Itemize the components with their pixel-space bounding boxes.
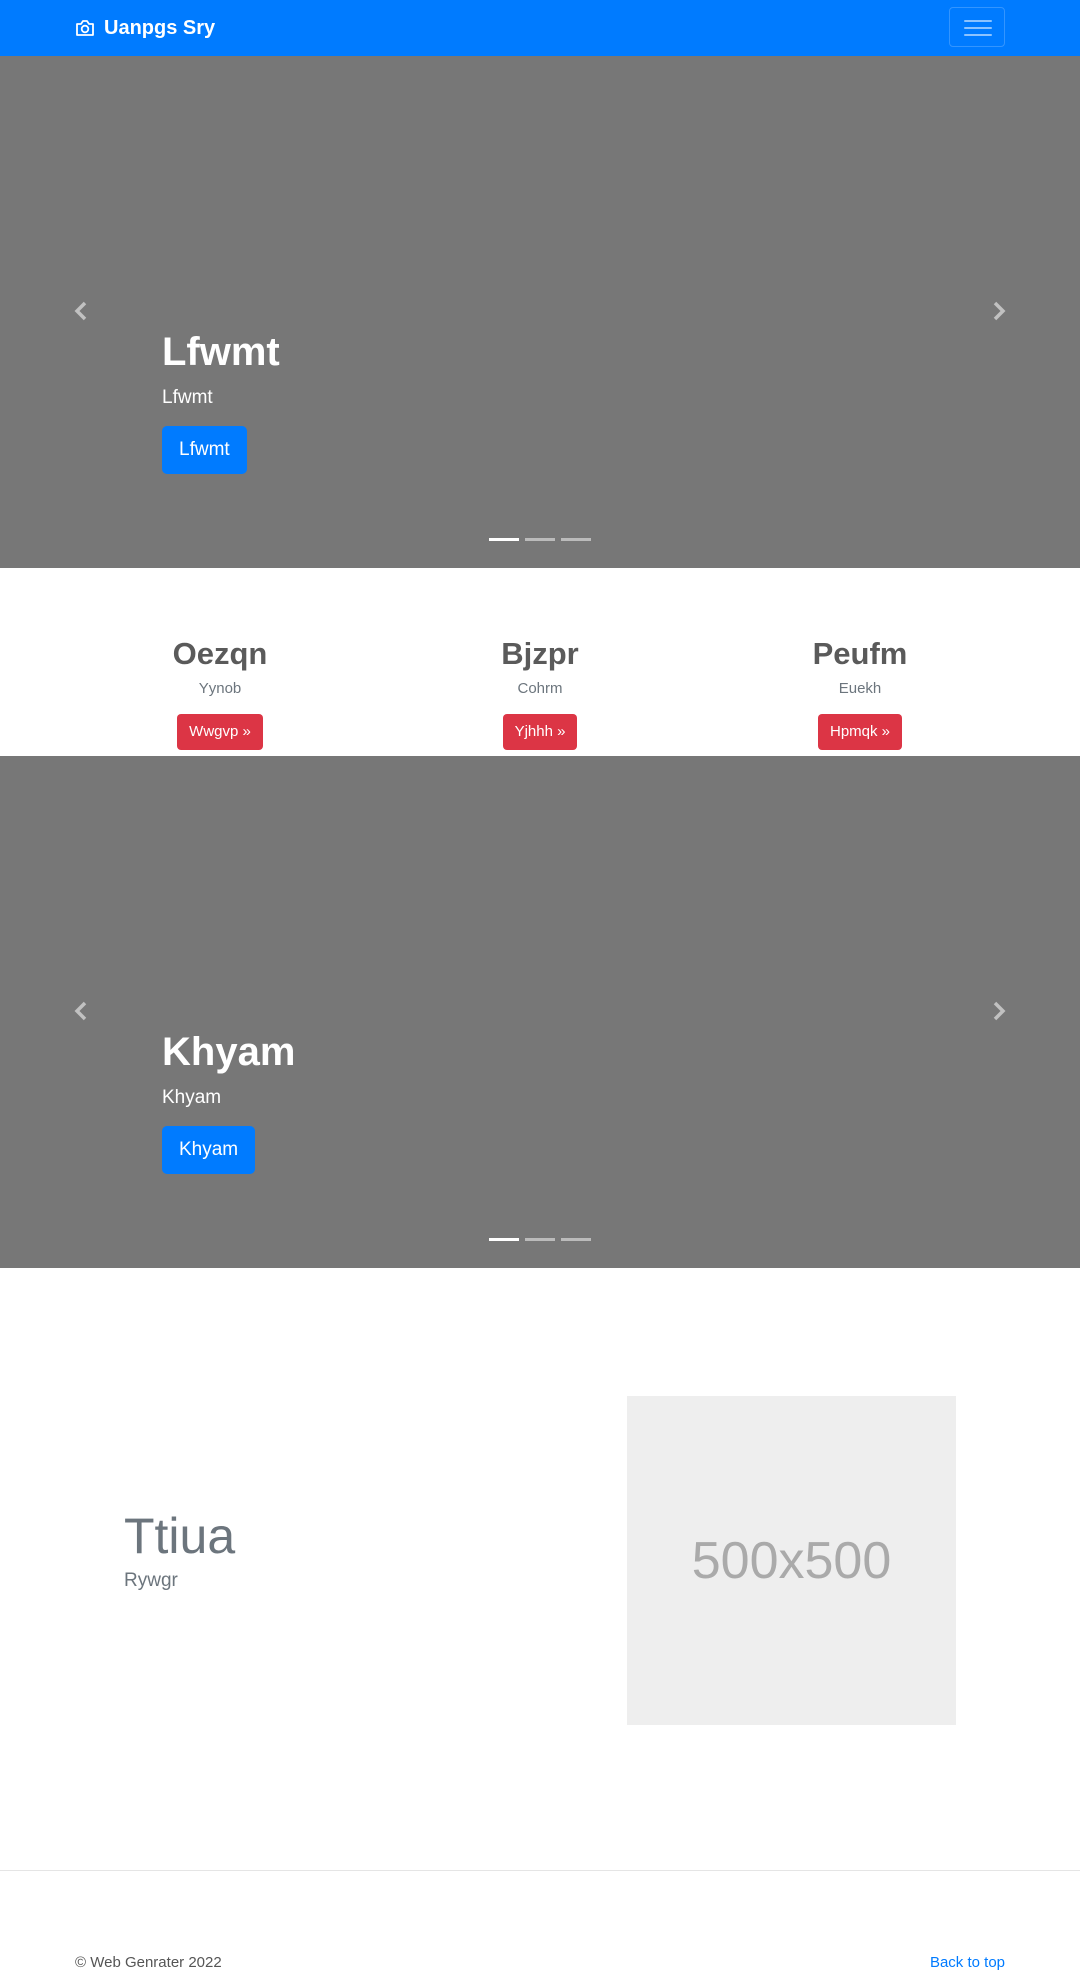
hamburger-menu-icon xyxy=(964,34,992,36)
second-carousel: Khyam Khyam Khyam xyxy=(0,756,1080,1268)
carousel-indicators xyxy=(489,538,591,541)
hamburger-menu-icon xyxy=(964,27,992,29)
chevron-left-icon xyxy=(74,301,87,321)
carousel-indicator-2[interactable] xyxy=(525,1238,555,1241)
carousel-caption: Khyam Khyam Khyam xyxy=(162,1028,295,1174)
chevron-right-icon xyxy=(993,1001,1006,1021)
carousel-heading: Lfwmt xyxy=(162,330,280,374)
carousel-text: Lfwmt xyxy=(162,387,213,408)
carousel-cta-button[interactable]: Lfwmt xyxy=(162,426,247,474)
marketing-columns: Oezqn Yynob Wwgvp » Bjzpr Cohrm Yjhhh » … xyxy=(0,568,1080,756)
brand-name: Uanpgs Sry xyxy=(104,16,216,39)
column-heading: Peufm xyxy=(812,636,908,671)
placeholder-label: 500x500 xyxy=(691,1531,892,1590)
column-item: Oezqn Yynob Wwgvp » xyxy=(70,636,370,750)
featurette: Ttiua Rywgr 500x500 xyxy=(0,1268,1080,1870)
carousel-indicator-1[interactable] xyxy=(489,1238,519,1241)
carousel-prev-button[interactable] xyxy=(66,996,96,1026)
carousel-indicator-3[interactable] xyxy=(561,1238,591,1241)
carousel-text: Khyam xyxy=(162,1087,222,1108)
chevron-right-icon xyxy=(993,301,1006,321)
carousel-indicator-1[interactable] xyxy=(489,538,519,541)
column-text: Yynob xyxy=(198,680,242,697)
carousel-cta-button[interactable]: Khyam xyxy=(162,1126,256,1174)
back-to-top-link[interactable]: Back to top xyxy=(930,1954,1005,1972)
navbar-toggler-button[interactable] xyxy=(949,7,1005,47)
featurette-heading: Ttiua xyxy=(124,1508,236,1564)
carousel-indicator-2[interactable] xyxy=(525,538,555,541)
carousel-prev-button[interactable] xyxy=(66,296,96,326)
camera-icon xyxy=(76,20,94,36)
column-button[interactable]: Yjhhh » xyxy=(502,714,578,750)
column-item: Bjzpr Cohrm Yjhhh » xyxy=(390,636,690,750)
featurette-subheading: Rywgr xyxy=(124,1570,178,1591)
featurette-image-placeholder: 500x500 xyxy=(627,1396,956,1725)
column-button[interactable]: Wwgvp » xyxy=(177,714,263,750)
footer-divider xyxy=(0,1870,1080,1871)
hamburger-menu-icon xyxy=(964,20,992,22)
carousel-indicator-3[interactable] xyxy=(561,538,591,541)
navbar-brand[interactable]: Uanpgs Sry xyxy=(75,15,215,41)
column-heading: Oezqn xyxy=(172,636,268,671)
column-button[interactable]: Hpmqk » xyxy=(817,714,903,750)
carousel-indicators xyxy=(489,1238,591,1241)
column-heading: Bjzpr xyxy=(501,636,579,671)
carousel-next-button[interactable] xyxy=(984,996,1014,1026)
chevron-left-icon xyxy=(74,1001,87,1021)
carousel-next-button[interactable] xyxy=(984,296,1014,326)
hero-carousel: Lfwmt Lfwmt Lfwmt xyxy=(0,56,1080,568)
column-text: Cohrm xyxy=(517,680,563,697)
navbar: Uanpgs Sry xyxy=(0,0,1080,56)
column-item: Peufm Euekh Hpmqk » xyxy=(710,636,1010,750)
column-text: Euekh xyxy=(838,680,882,697)
footer-copyright: © Web Genrater 2022 xyxy=(75,1954,222,1971)
carousel-heading: Khyam xyxy=(162,1030,296,1074)
carousel-caption: Lfwmt Lfwmt Lfwmt xyxy=(162,328,280,474)
